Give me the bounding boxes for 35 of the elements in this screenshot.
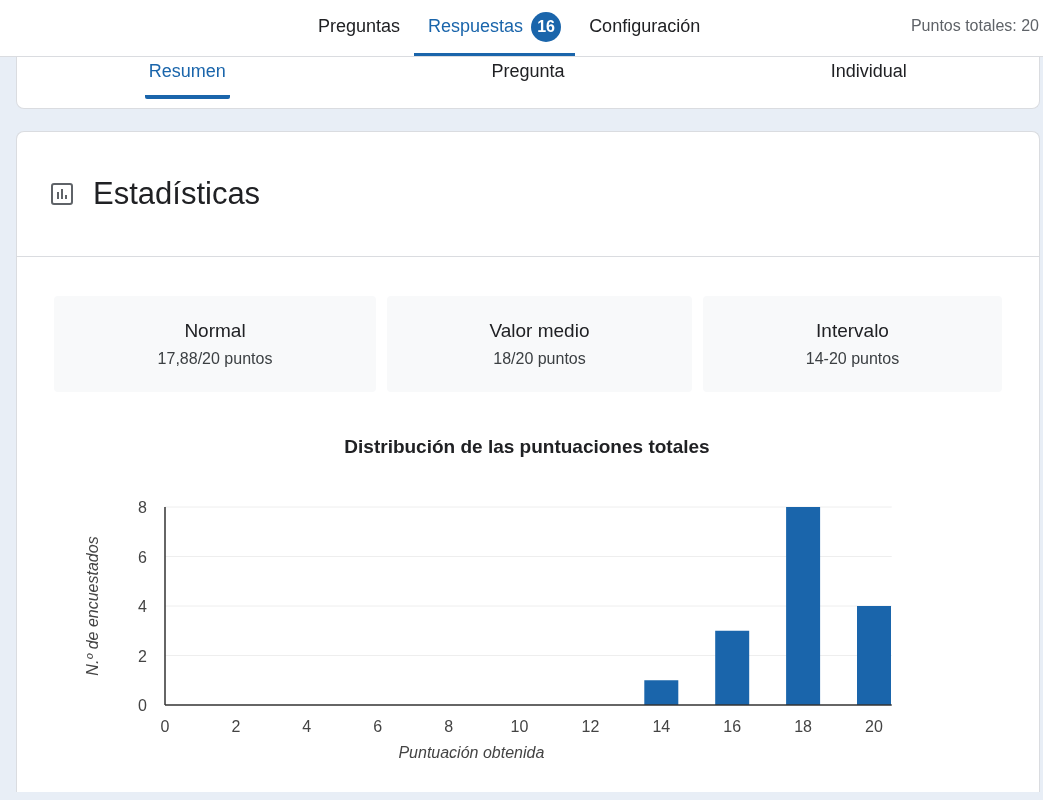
bar-chart-icon — [51, 183, 73, 205]
x-tick-label: 8 — [444, 718, 454, 735]
x-tick-label: 14 — [652, 718, 671, 735]
x-axis-title: Puntuación obtenida — [398, 744, 545, 760]
stat-label: Valor medio — [489, 320, 590, 342]
x-tick-label: 10 — [510, 718, 529, 735]
stat-value: 18/20 puntos — [493, 350, 586, 368]
x-tick-label: 4 — [302, 718, 312, 735]
y-axis-title: N.º de encuestados — [84, 536, 101, 676]
stat-value: 14-20 puntos — [805, 350, 900, 368]
y-tick-label: 8 — [138, 499, 147, 516]
y-tick-label: 2 — [138, 647, 147, 665]
chart-title: Distribución de las puntuaciones totales — [343, 436, 711, 458]
response-count-badge: 16 — [531, 11, 562, 42]
sub-tab[interactable]: Pregunta — [487, 61, 569, 99]
total-points: Puntos totales: 20 — [910, 17, 1039, 35]
x-tick-label: 6 — [373, 718, 383, 735]
y-tick-label: 4 — [138, 598, 147, 615]
x-tick-label: 16 — [723, 718, 742, 735]
x-tick-label: 0 — [160, 718, 170, 735]
top-tab[interactable]: Preguntas — [304, 0, 415, 56]
stat-value: 17,88/20 puntos — [157, 350, 273, 368]
x-tick-label: 2 — [231, 718, 241, 735]
y-tick-label: 0 — [138, 697, 147, 714]
y-tick-label: 6 — [138, 548, 147, 566]
section-title: Estadísticas — [93, 176, 261, 212]
x-tick-label: 20 — [865, 718, 883, 735]
sub-tab[interactable]: Individual — [826, 61, 911, 99]
x-tick-label: 12 — [581, 718, 600, 735]
stat-label: Normal — [184, 320, 246, 342]
top-tab[interactable]: Configuración — [575, 0, 715, 56]
bar — [644, 680, 679, 705]
sub-tab[interactable]: Resumen — [144, 61, 230, 99]
stat-label: Intervalo — [816, 320, 889, 342]
x-tick-label: 18 — [794, 718, 812, 735]
